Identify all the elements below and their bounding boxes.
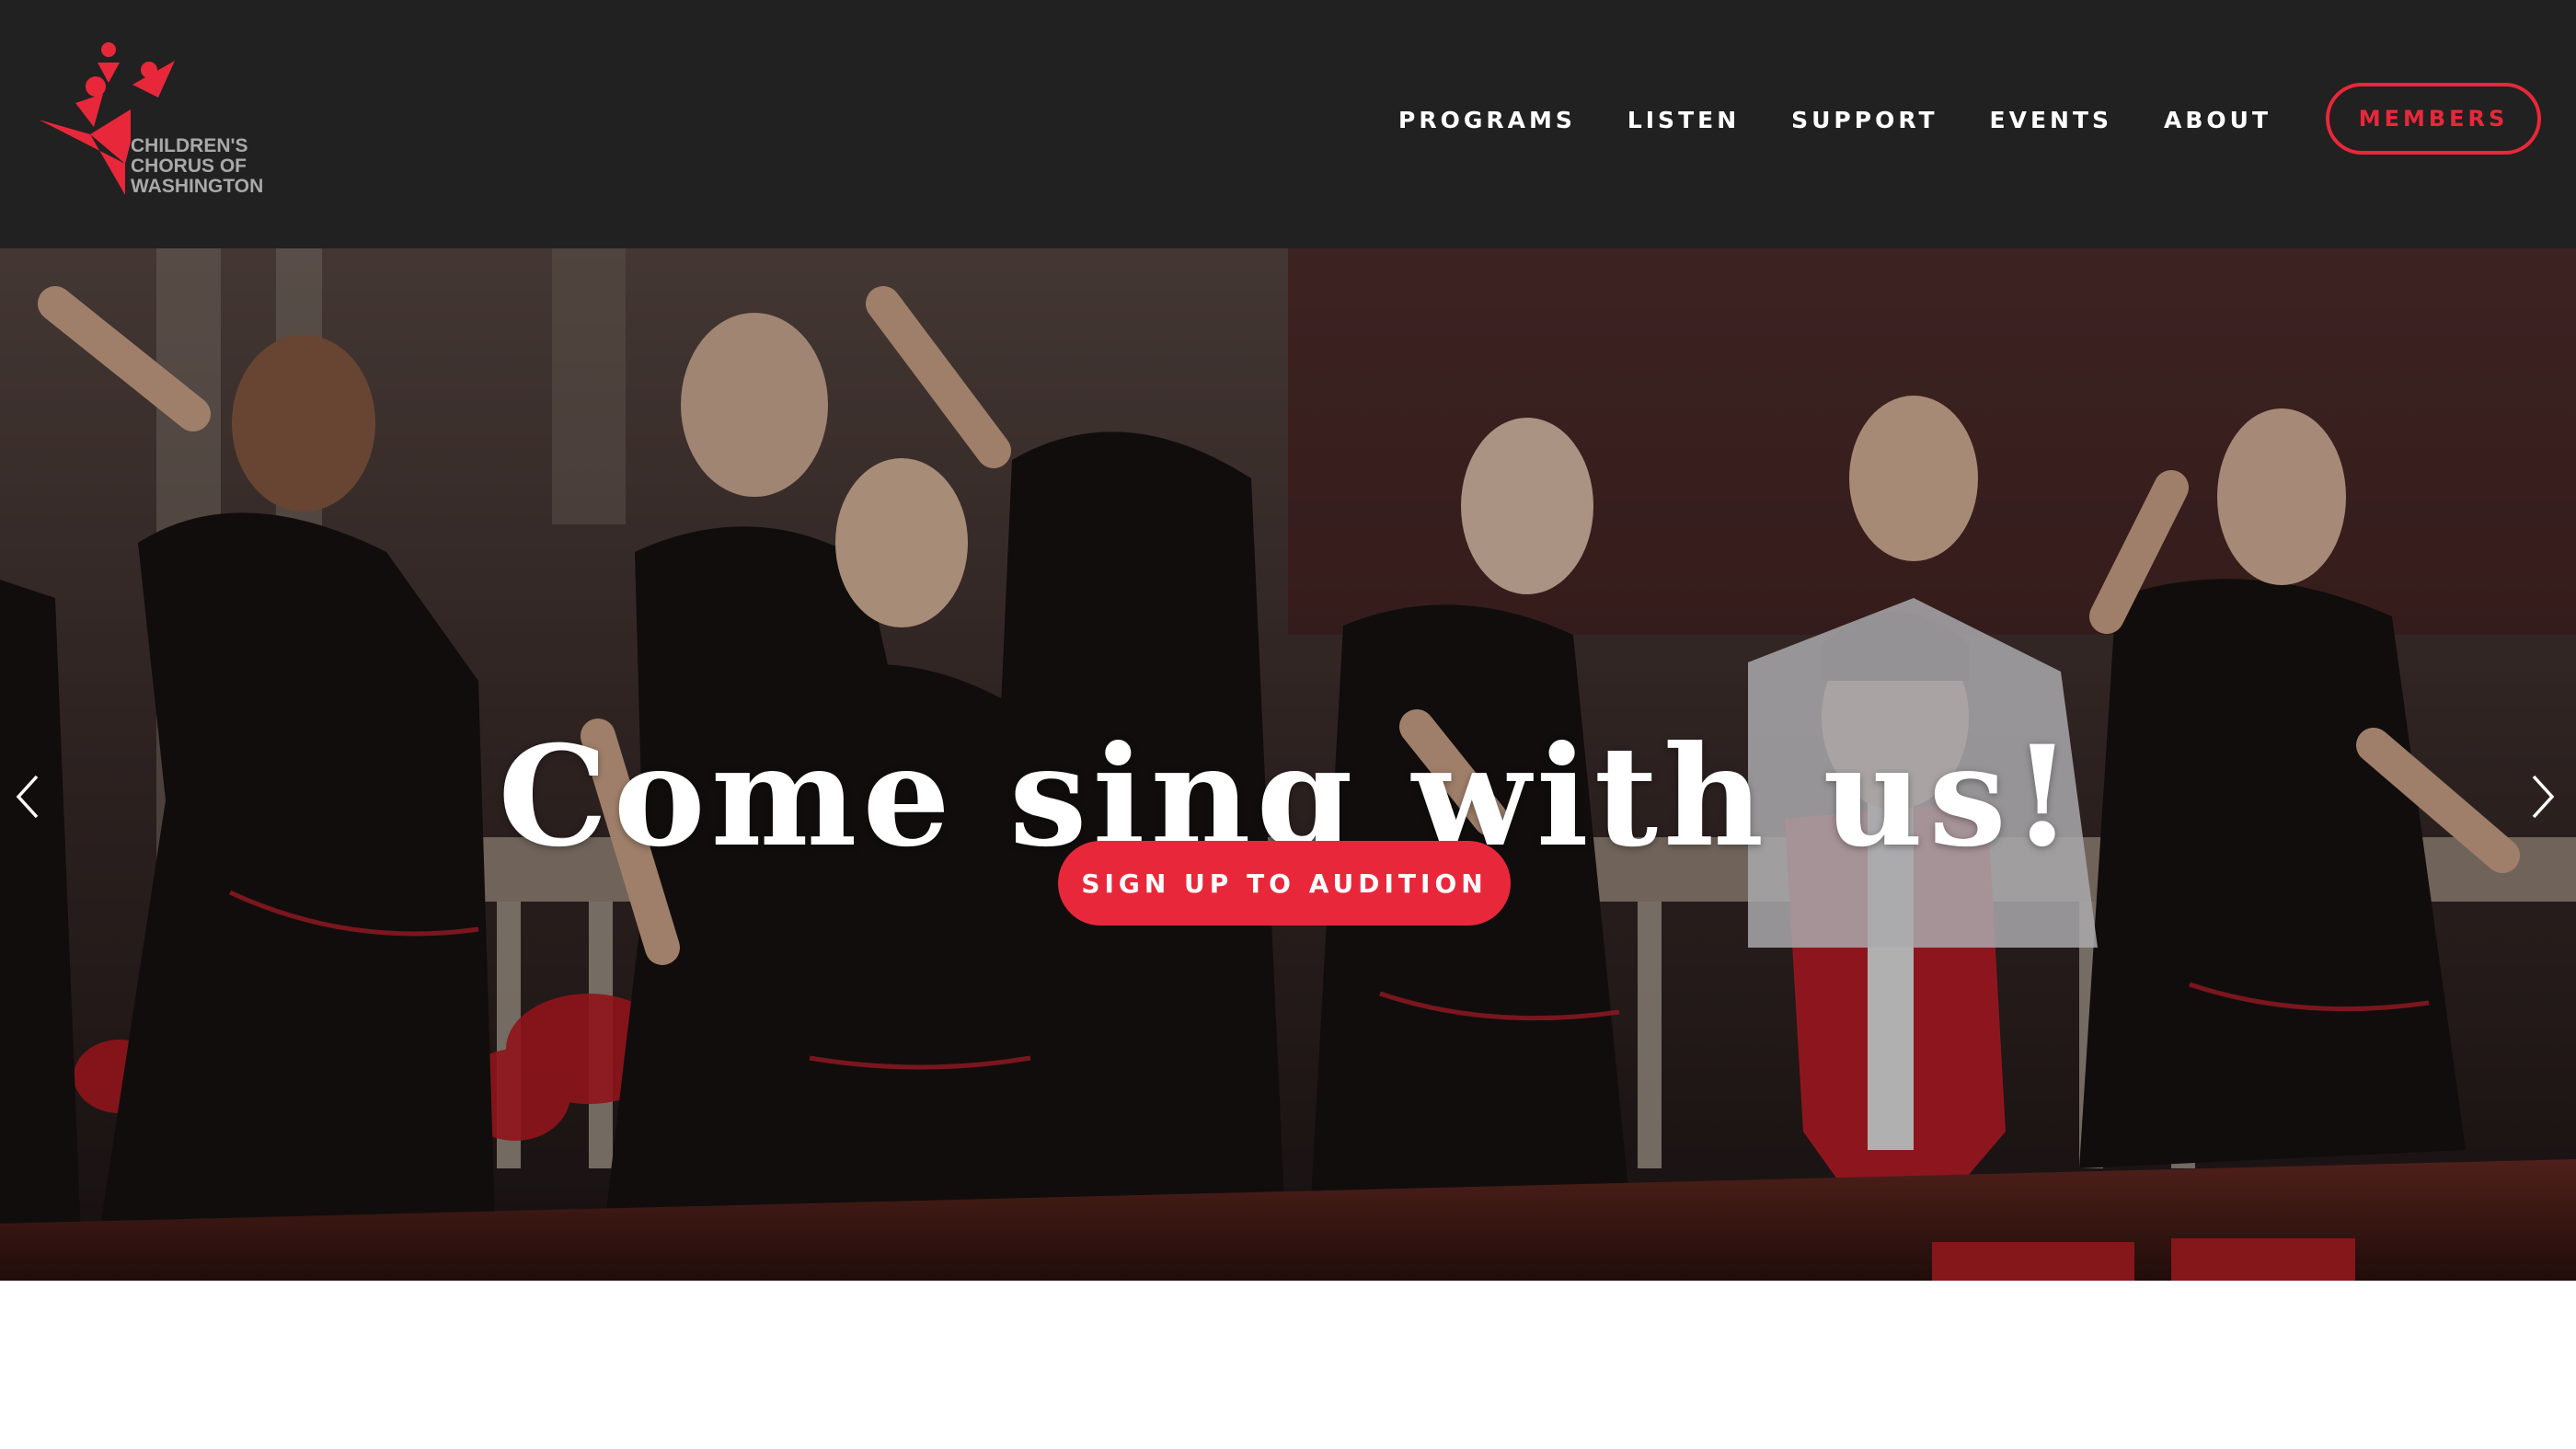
slider-next-button[interactable] bbox=[2524, 769, 2561, 824]
audition-signup-button[interactable]: SIGN UP TO AUDITION bbox=[1058, 841, 1511, 926]
logo-line-1: CHILDREN'S bbox=[131, 135, 248, 156]
nav-item-support[interactable]: SUPPORT bbox=[1791, 107, 1938, 133]
hero-slider: Come sing with us! SIGN UP TO AUDITION bbox=[0, 248, 2576, 1281]
logo-line-3: WASHINGTON bbox=[131, 176, 264, 197]
chevron-left-icon bbox=[16, 775, 39, 819]
nav-item-about[interactable]: ABOUT bbox=[2164, 107, 2271, 133]
site-header: CHILDREN'S CHORUS OF WASHINGTON PROGRAMS… bbox=[0, 0, 2576, 248]
choir-figures-logo-icon bbox=[39, 42, 131, 195]
nav-item-events[interactable]: EVENTS bbox=[1990, 107, 2113, 133]
logo-line-2: CHORUS OF bbox=[131, 155, 247, 177]
members-button[interactable]: MEMBERS bbox=[2326, 83, 2541, 155]
nav-item-programs[interactable]: PROGRAMS bbox=[1398, 107, 1576, 133]
slider-prev-button[interactable] bbox=[9, 769, 46, 824]
logo-wordmark: CHILDREN'S CHORUS OF WASHINGTON bbox=[131, 136, 287, 197]
logo-figure-right-icon bbox=[132, 61, 175, 98]
nav-item-listen[interactable]: LISTEN bbox=[1627, 107, 1740, 133]
site-logo[interactable]: CHILDREN'S CHORUS OF WASHINGTON bbox=[39, 39, 287, 204]
chevron-right-icon bbox=[2532, 775, 2555, 819]
main-nav: PROGRAMS LISTEN SUPPORT EVENTS ABOUT bbox=[1398, 85, 2323, 155]
page-body-blank bbox=[0, 1281, 2576, 1449]
